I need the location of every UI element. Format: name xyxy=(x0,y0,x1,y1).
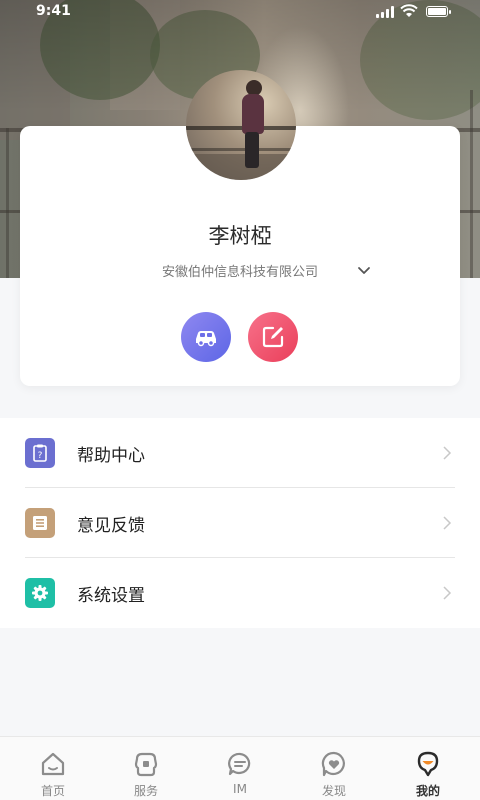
discover-heart-icon xyxy=(321,751,345,777)
bottom-tab-bar: 首页 服务 IM 发现 我的 xyxy=(0,736,480,800)
tab-home[interactable]: 首页 xyxy=(5,737,101,800)
car-icon xyxy=(196,331,216,347)
menu-item-label: 系统设置 xyxy=(77,586,145,606)
vehicle-button[interactable] xyxy=(181,312,231,362)
tab-label: 发现 xyxy=(321,784,346,798)
wifi-icon xyxy=(400,4,418,17)
help-center-icon: ? xyxy=(25,438,55,468)
menu-item-label: 意见反馈 xyxy=(77,516,145,536)
menu-item-system-settings[interactable]: 系统设置 xyxy=(0,558,480,628)
chat-icon xyxy=(228,752,251,776)
menu-item-help-center[interactable]: ? 帮助中心 xyxy=(0,418,480,488)
battery-icon xyxy=(426,6,451,17)
chevron-right-icon xyxy=(443,446,452,460)
tab-profile[interactable]: 我的 xyxy=(380,737,476,800)
user-avatar[interactable] xyxy=(186,70,296,180)
tab-label: 首页 xyxy=(40,784,65,798)
user-name: 李树椏 xyxy=(208,224,272,248)
chevron-right-icon xyxy=(443,516,452,530)
tab-label: 我的 xyxy=(415,784,440,798)
tab-discover[interactable]: 发现 xyxy=(286,737,382,800)
feedback-icon xyxy=(25,508,55,538)
menu-item-feedback[interactable]: 意见反馈 xyxy=(0,488,480,558)
home-icon xyxy=(41,752,65,776)
tab-service[interactable]: 服务 xyxy=(98,737,194,800)
service-icon xyxy=(134,752,158,777)
tab-im[interactable]: IM xyxy=(192,737,288,800)
edit-icon xyxy=(262,326,284,348)
cellular-signal-icon xyxy=(376,6,394,18)
status-bar: 9:41 xyxy=(0,0,480,24)
company-name[interactable]: 安徽伯仲信息科技有限公司 xyxy=(0,261,480,280)
svg-text:?: ? xyxy=(38,451,43,461)
profile-icon xyxy=(417,751,439,777)
menu-item-label: 帮助中心 xyxy=(77,446,145,466)
tab-label: 服务 xyxy=(133,784,158,798)
chevron-down-icon[interactable] xyxy=(357,266,371,276)
tab-label: IM xyxy=(233,782,247,796)
status-time: 9:41 xyxy=(36,3,71,19)
chevron-right-icon xyxy=(443,586,452,600)
settings-menu: ? 帮助中心 意见反馈 系统设置 xyxy=(0,418,480,628)
settings-gear-icon xyxy=(25,578,55,608)
edit-button[interactable] xyxy=(248,312,298,362)
